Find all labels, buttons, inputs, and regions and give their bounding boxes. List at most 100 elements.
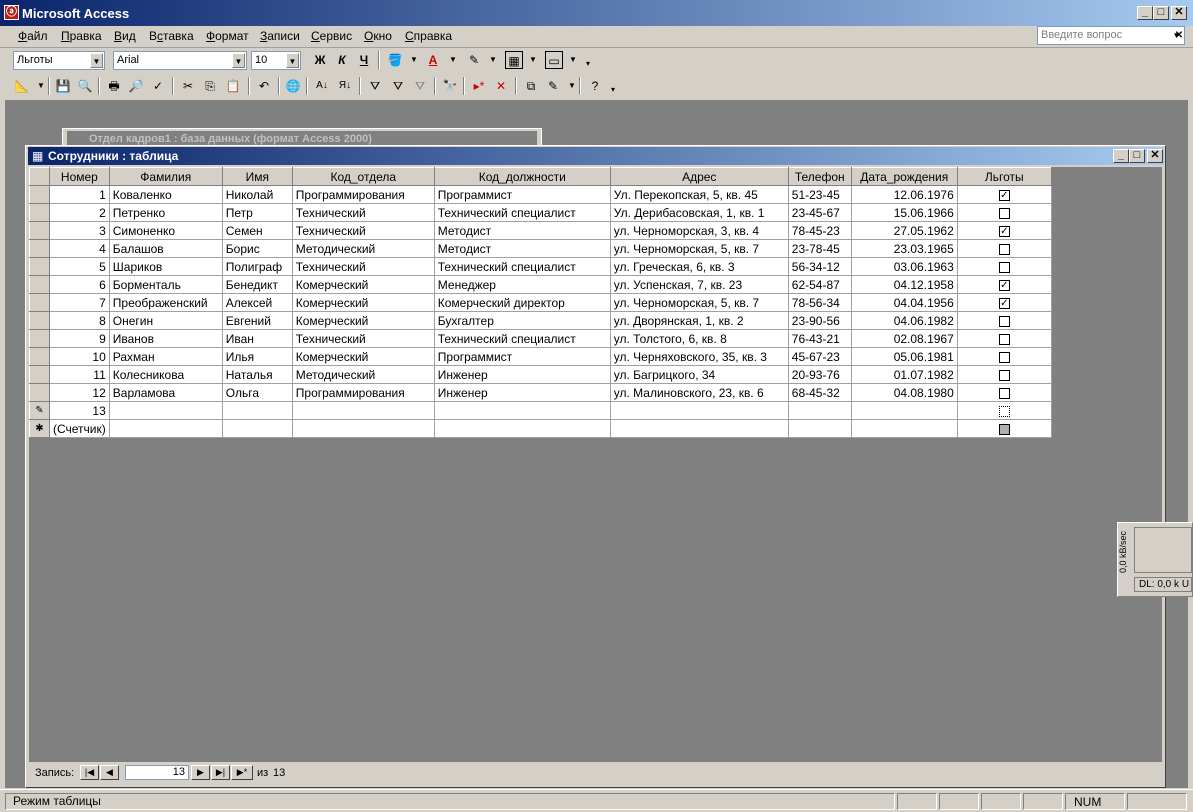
first-record-button[interactable]: |◀ — [80, 765, 99, 780]
ask-question-box[interactable]: Введите вопрос ▼ — [1037, 26, 1185, 45]
table-cell[interactable]: Евгений — [221, 311, 293, 330]
table-cell[interactable]: 15.06.1966 — [850, 203, 958, 222]
minimize-button[interactable]: _ — [1137, 6, 1153, 20]
sort-ascending-icon[interactable]: A↓ — [313, 77, 331, 95]
checkbox[interactable] — [998, 405, 1010, 417]
table-cell[interactable]: ✓ — [956, 221, 1052, 240]
table-cell[interactable]: 78-56-34 — [787, 293, 852, 312]
filter-by-selection-icon[interactable]: ⛛ — [366, 77, 384, 95]
table-cell[interactable] — [956, 365, 1052, 384]
table-cell[interactable]: 76-43-21 — [787, 329, 852, 348]
table-cell[interactable]: Программирования — [291, 383, 435, 402]
checkbox[interactable] — [998, 423, 1010, 435]
bold-button[interactable]: Ж — [311, 51, 329, 69]
table-cell[interactable]: Колесникова — [108, 365, 223, 384]
table-cell[interactable]: Преображенский — [108, 293, 223, 312]
table-cell[interactable]: Методический — [291, 365, 435, 384]
table-cell[interactable]: Рахман — [108, 347, 223, 366]
menu-item-8[interactable]: Справка — [405, 29, 452, 43]
table-window-title[interactable]: ▦ Сотрудники : таблица — [28, 147, 1164, 165]
gridlines-arrow-icon[interactable]: ▼ — [524, 51, 542, 69]
table-cell[interactable]: Технический специалист — [433, 203, 611, 222]
menu-item-1[interactable]: Правка — [61, 29, 102, 43]
table-cell[interactable] — [221, 401, 293, 420]
table-cell[interactable] — [956, 419, 1052, 438]
column-header[interactable]: Льготы — [956, 167, 1052, 186]
menu-item-2[interactable]: Вид — [114, 29, 136, 43]
table-cell[interactable] — [787, 401, 852, 420]
table-cell[interactable]: Инженер — [433, 383, 611, 402]
table-cell[interactable]: 23-90-56 — [787, 311, 852, 330]
table-cell[interactable]: 8 — [49, 311, 110, 330]
font-size-combo[interactable]: 10 ▼ — [251, 51, 301, 70]
table-cell[interactable]: ул. Багрицкого, 34 — [609, 365, 789, 384]
table-cell[interactable]: Методист — [433, 239, 611, 258]
table-cell[interactable]: 56-34-12 — [787, 257, 852, 276]
network-meter-widget[interactable]: 0,0 kB/sec DL: 0,0 k U — [1117, 522, 1193, 597]
table-cell[interactable]: 04.12.1958 — [850, 275, 958, 294]
table-cell[interactable]: 13 — [49, 401, 110, 420]
table-cell[interactable]: Комерческий — [291, 347, 435, 366]
column-header[interactable]: Адрес — [609, 167, 789, 186]
table-cell[interactable]: (Счетчик) — [49, 419, 110, 438]
table-cell[interactable]: 20-93-76 — [787, 365, 852, 384]
new-record-button[interactable]: ▶* — [231, 765, 253, 780]
table-cell[interactable]: 23-45-67 — [787, 203, 852, 222]
save-icon[interactable]: 💾 — [54, 77, 72, 95]
table-cell[interactable]: 05.06.1981 — [850, 347, 958, 366]
table-cell[interactable] — [956, 239, 1052, 258]
row-selector[interactable] — [29, 365, 50, 384]
font-size-arrow-icon[interactable]: ▼ — [286, 53, 299, 68]
table-cell[interactable] — [291, 401, 435, 420]
previous-record-button[interactable]: ◀ — [100, 765, 119, 780]
print-icon[interactable]: 🖶 — [105, 77, 123, 95]
table-cell[interactable]: 04.08.1980 — [850, 383, 958, 402]
line-color-arrow-icon[interactable]: ▼ — [484, 51, 502, 69]
table-cell[interactable]: 62-54-87 — [787, 275, 852, 294]
table-cell[interactable]: Программирования — [291, 185, 435, 204]
table-cell[interactable]: Полиграф — [221, 257, 293, 276]
table-cell[interactable]: 6 — [49, 275, 110, 294]
menu-item-3[interactable]: Вставка — [149, 29, 194, 43]
table-cell[interactable]: 11 — [49, 365, 110, 384]
toolbar-options-icon[interactable]: ▾ — [579, 55, 597, 73]
table-cell[interactable]: 01.07.1982 — [850, 365, 958, 384]
table-cell[interactable]: Технический — [291, 203, 435, 222]
row-selector[interactable] — [29, 275, 50, 294]
table-cell[interactable] — [956, 203, 1052, 222]
column-header[interactable]: Телефон — [787, 167, 852, 186]
copy-icon[interactable]: ⎘ — [201, 77, 219, 95]
table-cell[interactable]: Технический — [291, 329, 435, 348]
undo-icon[interactable]: ↶ — [255, 77, 273, 95]
menu-item-0[interactable]: Файл — [18, 29, 48, 43]
row-selector[interactable] — [29, 257, 50, 276]
table-cell[interactable]: 04.04.1956 — [850, 293, 958, 312]
find-icon[interactable]: 🔭 — [441, 77, 459, 95]
delete-record-icon[interactable]: ✕ — [492, 77, 510, 95]
row-selector[interactable] — [29, 239, 50, 258]
table-cell[interactable]: 12.06.1976 — [850, 185, 958, 204]
table-cell[interactable] — [108, 401, 223, 420]
table-cell[interactable]: Иван — [221, 329, 293, 348]
row-selector[interactable] — [29, 383, 50, 402]
table-cell[interactable]: Программист — [433, 185, 611, 204]
object-combo-arrow-icon[interactable]: ▼ — [90, 53, 103, 68]
table-cell[interactable] — [433, 401, 611, 420]
table-cell[interactable]: ул. Черняховского, 35, кв. 3 — [609, 347, 789, 366]
fill-color-arrow-icon[interactable]: ▼ — [405, 51, 423, 69]
table-cell[interactable] — [956, 383, 1052, 402]
table-cell[interactable]: Иванов — [108, 329, 223, 348]
toolbar-options-icon[interactable]: ▾ — [604, 81, 622, 99]
table-cell[interactable]: Бухгалтер — [433, 311, 611, 330]
current-record-input[interactable]: 13 — [125, 765, 189, 780]
next-record-button[interactable]: ▶ — [191, 765, 210, 780]
table-cell[interactable]: 4 — [49, 239, 110, 258]
table-close-button[interactable]: ✕ — [1147, 149, 1163, 163]
table-cell[interactable]: ул. Толстого, 6, кв. 8 — [609, 329, 789, 348]
table-cell[interactable]: ул. Успенская, 7, кв. 23 — [609, 275, 789, 294]
hyperlink-icon[interactable]: 🌐 — [284, 77, 302, 95]
view-icon[interactable]: 📐 — [13, 77, 31, 95]
pencil-icon[interactable]: ✎ — [29, 401, 50, 420]
checkbox[interactable]: ✓ — [998, 189, 1010, 201]
checkbox[interactable] — [998, 387, 1010, 399]
